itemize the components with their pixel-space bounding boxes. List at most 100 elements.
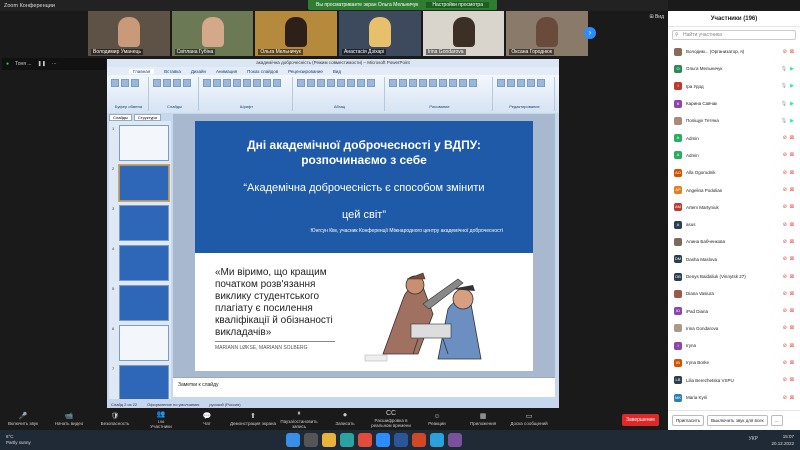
toolbar-button[interactable]: 📹 Начать видео: [46, 412, 92, 426]
toolbar-button[interactable]: 💬 Чат: [184, 412, 230, 426]
ribbon-button-icon[interactable]: [317, 79, 325, 87]
participant-item[interactable]: DM Dasha Maslova ⊘ ⊠: [668, 251, 800, 268]
ribbon-button-icon[interactable]: [389, 79, 397, 87]
participant-item[interactable]: Алина Бабченкова ⊘ ⊠: [668, 233, 800, 250]
ribbon-button-icon[interactable]: [203, 79, 211, 87]
ribbon-button-icon[interactable]: [527, 79, 535, 87]
participant-item[interactable]: Поліщук Тетяна 🎙 ▶: [668, 112, 800, 129]
slide-thumbnail[interactable]: 7: [112, 365, 169, 399]
ribbon-button-icon[interactable]: [243, 79, 251, 87]
toolbar-button[interactable]: 👥 196 Участники: [138, 410, 184, 429]
ribbon-button-icon[interactable]: [263, 79, 271, 87]
more-icon[interactable]: ⋯: [52, 61, 57, 67]
view-button[interactable]: ⊞ Вид: [649, 14, 664, 20]
powerpoint-icon[interactable]: [412, 433, 426, 447]
ribbon-button-icon[interactable]: [121, 79, 129, 87]
edge-icon[interactable]: [340, 433, 354, 447]
participant-search-input[interactable]: Найти участника: [672, 30, 796, 40]
pause-icon[interactable]: ❚❚: [38, 61, 46, 67]
video-tile[interactable]: Оксана Городнюк: [506, 11, 589, 56]
participant-item[interactable]: LB Lilia Berezhetska VSPU ⊘ ⊠: [668, 372, 800, 389]
participant-item[interactable]: AM Artem Martyniuk ⊘ ⊠: [668, 199, 800, 216]
slide-thumbnail[interactable]: 3: [112, 205, 169, 241]
view-options-button[interactable]: Настройки просмотра: [426, 2, 489, 8]
ribbon-button-icon[interactable]: [233, 79, 241, 87]
ribbon-button-icon[interactable]: [223, 79, 231, 87]
participant-item[interactable]: AO Alla Ogorodnik ⊘ ⊠: [668, 164, 800, 181]
ribbon-button-icon[interactable]: [253, 79, 261, 87]
slide-thumbnail[interactable]: 5: [112, 285, 169, 321]
slide-thumbnail[interactable]: 6: [112, 325, 169, 361]
current-slide[interactable]: Дні академічної доброчесності у ВДПУ: ро…: [195, 121, 533, 371]
ribbon-button-icon[interactable]: [399, 79, 407, 87]
toolbar-button[interactable]: ⏺ Записать: [322, 412, 368, 426]
ribbon-button-icon[interactable]: [173, 79, 181, 87]
video-tile[interactable]: Ольга Мельничук: [255, 11, 338, 56]
ppt-tab[interactable]: Показ слайдов: [247, 69, 278, 74]
toolbar-button[interactable]: ▭ Доска сообщений: [506, 412, 552, 426]
system-tray[interactable]: УКР: [749, 436, 758, 442]
zoom-icon[interactable]: [376, 433, 390, 447]
toolbar-button[interactable]: 🛡 Безопасность: [92, 412, 138, 426]
ribbon-button-icon[interactable]: [111, 79, 119, 87]
search-icon[interactable]: [304, 433, 318, 447]
toolbar-button[interactable]: ☺ Реакции: [414, 413, 460, 426]
video-tile[interactable]: Анастасія Дзіхарі: [339, 11, 421, 56]
language-indicator[interactable]: УКР: [749, 436, 758, 442]
ribbon-button-icon[interactable]: [537, 79, 545, 87]
ppt-tab[interactable]: Вид: [333, 69, 341, 74]
participant-item[interactable]: Володим... (Организатор, я) ⊘ ⊠: [668, 43, 800, 60]
ribbon-button-icon[interactable]: [337, 79, 345, 87]
ribbon-button-icon[interactable]: [213, 79, 221, 87]
toolbar-button[interactable]: ⏸ Пауза/остановить запись: [276, 410, 322, 429]
clock[interactable]: 15:07 20.12.2022: [771, 433, 794, 447]
more-options-button[interactable]: ...: [770, 415, 783, 426]
word-icon[interactable]: [394, 433, 408, 447]
participant-item[interactable]: A Admin ⊘ ⊠: [668, 147, 800, 164]
ppt-tab[interactable]: Главная: [129, 68, 155, 74]
ribbon-button-icon[interactable]: [347, 79, 355, 87]
ribbon-button-icon[interactable]: [357, 79, 365, 87]
ribbon-button-icon[interactable]: [297, 79, 305, 87]
participant-item[interactable]: ID iPad Diana ⊘ ⊠: [668, 302, 800, 319]
ribbon-button-icon[interactable]: [131, 79, 139, 87]
viber-icon[interactable]: [448, 433, 462, 447]
video-tile[interactable]: Світлана Губіна: [171, 11, 254, 56]
toolbar-button[interactable]: CC Расшифровка в реальном времени: [368, 410, 414, 428]
participant-item[interactable]: І Іра Удод 🎙 ▶: [668, 78, 800, 95]
toolbar-button[interactable]: 🎤 Включить звук: [0, 412, 46, 426]
participant-item[interactable]: DB Denys Baidaliuk (Vinnytsk 27) ⊘ ⊠: [668, 268, 800, 285]
participant-item[interactable]: К Карина Савчак 🎙 ▶: [668, 95, 800, 112]
ppt-tab[interactable]: Вставка: [164, 69, 181, 74]
slide-thumbnail[interactable]: 4: [112, 245, 169, 281]
ribbon-button-icon[interactable]: [183, 79, 191, 87]
slide-thumbnail[interactable]: 2: [112, 164, 170, 202]
ribbon-button-icon[interactable]: [273, 79, 281, 87]
ribbon-button-icon[interactable]: [367, 79, 375, 87]
participant-item[interactable]: Irina Gondarova ⊘ ⊠: [668, 320, 800, 337]
participant-item[interactable]: Diana Vasiura ⊘ ⊠: [668, 285, 800, 302]
participant-item[interactable]: AP Angelina Podolian ⊘ ⊠: [668, 181, 800, 198]
ribbon-button-icon[interactable]: [497, 79, 505, 87]
chrome-icon[interactable]: [358, 433, 372, 447]
ribbon-button-icon[interactable]: [517, 79, 525, 87]
participant-item[interactable]: A Admin ⊘ ⊠: [668, 129, 800, 146]
ppt-tab[interactable]: Рецензирование: [288, 69, 323, 74]
toolbar-button[interactable]: ⬆ Демонстрация экрана: [230, 412, 276, 426]
ribbon-button-icon[interactable]: [419, 79, 427, 87]
participant-item[interactable]: MK Maria Kyrii ⊘ ⊠: [668, 389, 800, 406]
video-tile[interactable]: Володимир Уманець: [88, 11, 170, 56]
ppt-tab[interactable]: Дизайн: [191, 69, 206, 74]
ppt-tab[interactable]: Анимация: [216, 69, 237, 74]
ribbon-button-icon[interactable]: [429, 79, 437, 87]
invite-button[interactable]: Пригласить: [672, 415, 705, 426]
ribbon-button-icon[interactable]: [409, 79, 417, 87]
toolbar-button[interactable]: ▦ Приложения: [460, 412, 506, 426]
next-page-button[interactable]: ›: [584, 27, 596, 39]
tab-outline[interactable]: Структура: [133, 114, 161, 121]
slide-notes[interactable]: Заметки к слайду: [173, 377, 555, 397]
tab-slides[interactable]: Слайды: [109, 114, 132, 121]
participant-item[interactable]: I Iryna ⊘ ⊠: [668, 337, 800, 354]
ribbon-button-icon[interactable]: [439, 79, 447, 87]
slide-thumbnail[interactable]: 1: [112, 125, 169, 161]
